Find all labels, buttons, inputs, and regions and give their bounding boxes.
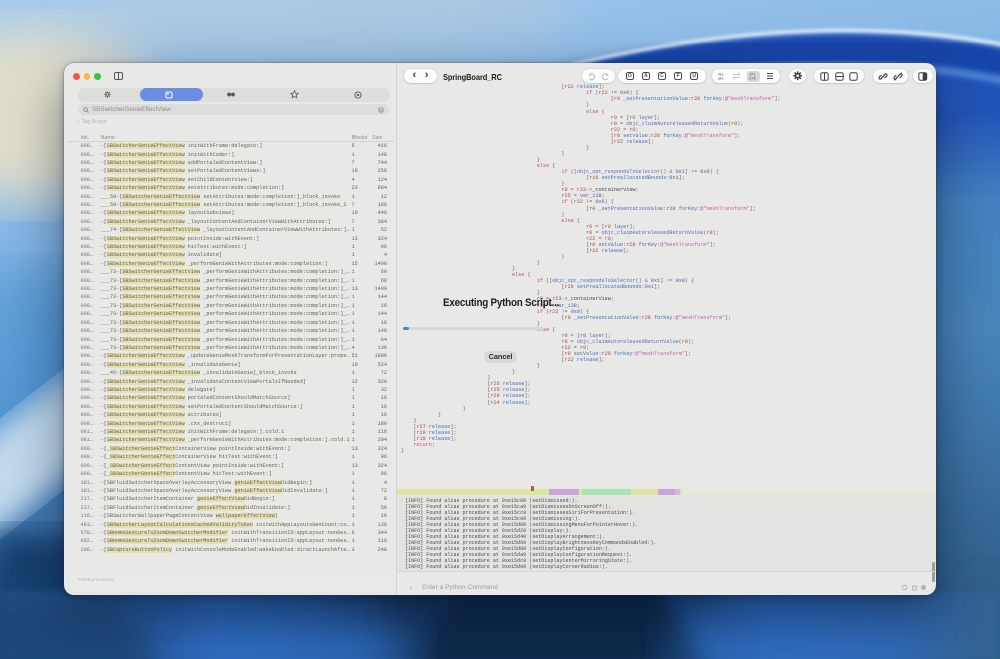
svg-text:x>0: x>0: [749, 77, 755, 80]
svg-text:abc: abc: [718, 76, 724, 80]
